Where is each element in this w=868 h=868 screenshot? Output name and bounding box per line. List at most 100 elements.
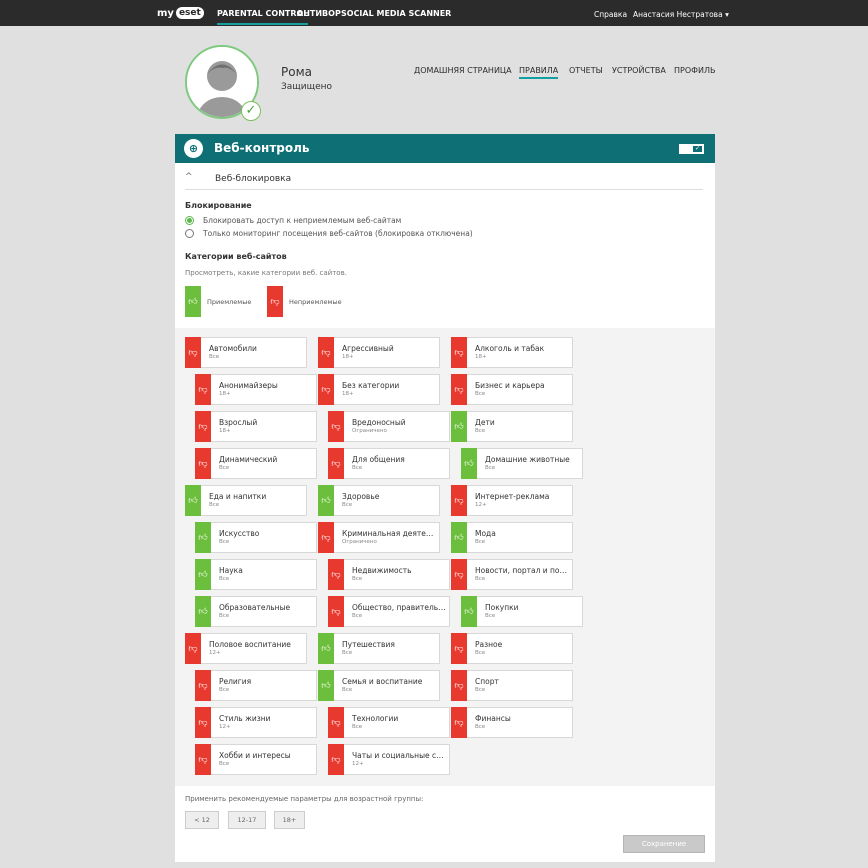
category-tile[interactable]: 👎︎ Взрослый 18+ — [195, 411, 317, 442]
thumbs-down-icon[interactable]: 👎︎ — [328, 707, 344, 738]
age-18-plus-button[interactable]: 18+ — [274, 811, 305, 829]
thumbs-down-icon[interactable]: 👎︎ — [451, 633, 467, 664]
thumbs-down-icon[interactable]: 👎︎ — [328, 559, 344, 590]
thumbs-down-icon[interactable]: 👎︎ — [195, 374, 211, 405]
thumbs-down-icon[interactable]: 👎︎ — [318, 374, 334, 405]
web-control-toggle[interactable]: ✓ — [679, 144, 704, 154]
category-name: Мода — [475, 529, 496, 538]
category-tile[interactable]: 👍︎ Дети Все — [451, 411, 573, 442]
category-tile[interactable]: 👎︎ Алкоголь и табак 18+ — [451, 337, 573, 368]
category-name: Алкоголь и табак — [475, 344, 545, 353]
category-tile[interactable]: 👎︎ Общество, правительст... Все — [328, 596, 450, 627]
tab-profile[interactable]: ПРОФИЛЬ — [674, 66, 716, 75]
category-tile[interactable]: 👎︎ Недвижимость Все — [328, 559, 450, 590]
category-age: Все — [342, 502, 353, 508]
radio-block-row[interactable]: Блокировать доступ к неприемлемым веб-са… — [185, 216, 401, 225]
thumbs-down-icon[interactable]: 👎︎ — [318, 337, 334, 368]
category-tile[interactable]: 👎︎ Криминальная деятельн... Ограничено — [318, 522, 440, 553]
thumbs-down-icon[interactable]: 👎︎ — [328, 596, 344, 627]
category-tile[interactable]: 👎︎ Бизнес и карьера Все — [451, 374, 573, 405]
tab-reports[interactable]: ОТЧЕТЫ — [569, 66, 603, 75]
thumbs-up-icon[interactable]: 👍︎ — [195, 596, 211, 627]
category-tile[interactable]: 👍︎ Образовательные Все — [195, 596, 317, 627]
chevron-up-icon[interactable]: ^ — [185, 172, 193, 182]
category-tile[interactable]: 👎︎ Религия Все — [195, 670, 317, 701]
category-age: Все — [342, 687, 353, 693]
thumbs-down-icon[interactable]: 👎︎ — [328, 448, 344, 479]
age-12-17-button[interactable]: 12-17 — [228, 811, 266, 829]
nav-parental-control[interactable]: PARENTAL CONTROL — [217, 9, 309, 25]
thumbs-up-icon[interactable]: 👍︎ — [185, 485, 201, 516]
legend-allowed: 👍︎ Приемлемые — [185, 286, 251, 317]
category-tile[interactable]: 👎︎ Динамический Все — [195, 448, 317, 479]
category-tile[interactable]: 👎︎ Разное Все — [451, 633, 573, 664]
thumbs-down-icon[interactable]: 👎︎ — [328, 744, 344, 775]
category-tile[interactable]: 👎︎ Половое воспитание 12+ — [185, 633, 307, 664]
category-tile[interactable]: 👎︎ Технологии Все — [328, 707, 450, 738]
help-link[interactable]: Справка — [594, 10, 627, 19]
category-tile[interactable]: 👍︎ Домашние животные Все — [461, 448, 583, 479]
thumbs-down-icon[interactable]: 👎︎ — [195, 744, 211, 775]
apply-age-hint: Применить рекомендуемые параметры для во… — [185, 795, 424, 803]
thumbs-down-icon[interactable]: 👎︎ — [451, 559, 467, 590]
thumbs-down-icon[interactable]: 👎︎ — [318, 522, 334, 553]
my-eset-logo[interactable]: my eset — [157, 7, 204, 19]
category-tile[interactable]: 👎︎ Анонимайзеры 18+ — [195, 374, 317, 405]
radio-monitor[interactable] — [185, 229, 194, 238]
nav-social-media-scanner[interactable]: SOCIAL MEDIA SCANNER — [341, 9, 451, 18]
age-under-12-button[interactable]: < 12 — [185, 811, 219, 829]
thumbs-up-icon[interactable]: 👍︎ — [195, 559, 211, 590]
thumbs-up-icon[interactable]: 👍︎ — [461, 448, 477, 479]
thumbs-down-icon[interactable]: 👎︎ — [328, 411, 344, 442]
category-tile[interactable]: 👍︎ Семья и воспитание Все — [318, 670, 440, 701]
category-tile[interactable]: 👎︎ Без категории 18+ — [318, 374, 440, 405]
thumbs-up-icon[interactable]: 👍︎ — [451, 411, 467, 442]
category-tile[interactable]: 👎︎ Спорт Все — [451, 670, 573, 701]
save-button[interactable]: Сохранение — [623, 835, 705, 853]
radio-monitor-row[interactable]: Только мониторинг посещения веб-сайтов (… — [185, 229, 473, 238]
category-tile[interactable]: 👎︎ Финансы Все — [451, 707, 573, 738]
thumbs-down-icon[interactable]: 👎︎ — [451, 670, 467, 701]
thumbs-up-icon[interactable]: 👍︎ — [461, 596, 477, 627]
thumbs-down-icon[interactable]: 👎︎ — [451, 337, 467, 368]
category-tile[interactable]: 👎︎ Новости, портал и поиск Все — [451, 559, 573, 590]
thumbs-down-icon[interactable]: 👎︎ — [451, 707, 467, 738]
section-header[interactable]: ^ Веб-блокировка — [185, 172, 703, 190]
tab-home[interactable]: ДОМАШНЯЯ СТРАНИЦА — [414, 66, 512, 75]
radio-monitor-label: Только мониторинг посещения веб-сайтов (… — [203, 229, 473, 238]
user-menu[interactable]: Анастасия Нестратова ▾ — [633, 10, 729, 19]
category-tile[interactable]: 👍︎ Покупки Все — [461, 596, 583, 627]
category-tile[interactable]: 👎︎ Автомобили Все — [185, 337, 307, 368]
thumbs-up-icon[interactable]: 👍︎ — [195, 522, 211, 553]
thumbs-up-icon[interactable]: 👍︎ — [318, 633, 334, 664]
thumbs-down-icon[interactable]: 👎︎ — [195, 707, 211, 738]
thumbs-up-icon[interactable]: 👍︎ — [318, 485, 334, 516]
category-tile[interactable]: 👍︎ Мода Все — [451, 522, 573, 553]
tab-devices[interactable]: УСТРОЙСТВА — [612, 66, 666, 75]
tab-rules[interactable]: ПРАВИЛА — [519, 66, 559, 79]
radio-block[interactable] — [185, 216, 194, 225]
category-tile[interactable]: 👎︎ Для общения Все — [328, 448, 450, 479]
nav-antitheft[interactable]: АНТИВОР — [297, 9, 341, 18]
thumbs-down-icon[interactable]: 👎︎ — [185, 633, 201, 664]
thumbs-down-icon[interactable]: 👎︎ — [185, 337, 201, 368]
category-tile[interactable]: 👍︎ Еда и напитки Все — [185, 485, 307, 516]
thumbs-down-icon[interactable]: 👎︎ — [451, 485, 467, 516]
thumbs-down-icon[interactable]: 👎︎ — [195, 670, 211, 701]
category-tile[interactable]: 👍︎ Наука Все — [195, 559, 317, 590]
category-tile[interactable]: 👎︎ Вредоносный Ограничено — [328, 411, 450, 442]
category-tile[interactable]: 👎︎ Хобби и интересы Все — [195, 744, 317, 775]
category-tile[interactable]: 👎︎ Стиль жизни 12+ — [195, 707, 317, 738]
category-tile[interactable]: 👎︎ Интернет-реклама 12+ — [451, 485, 573, 516]
thumbs-up-icon[interactable]: 👍︎ — [451, 522, 467, 553]
category-tile[interactable]: 👍︎ Путешествия Все — [318, 633, 440, 664]
thumbs-down-icon[interactable]: 👎︎ — [195, 411, 211, 442]
category-name: Общество, правительст... — [352, 603, 448, 612]
category-tile[interactable]: 👎︎ Чаты и социальные сети 12+ — [328, 744, 450, 775]
thumbs-down-icon[interactable]: 👎︎ — [451, 374, 467, 405]
category-tile[interactable]: 👍︎ Искусство Все — [195, 522, 317, 553]
category-tile[interactable]: 👎︎ Агрессивный 18+ — [318, 337, 440, 368]
thumbs-down-icon[interactable]: 👎︎ — [195, 448, 211, 479]
thumbs-up-icon[interactable]: 👍︎ — [318, 670, 334, 701]
category-tile[interactable]: 👍︎ Здоровье Все — [318, 485, 440, 516]
